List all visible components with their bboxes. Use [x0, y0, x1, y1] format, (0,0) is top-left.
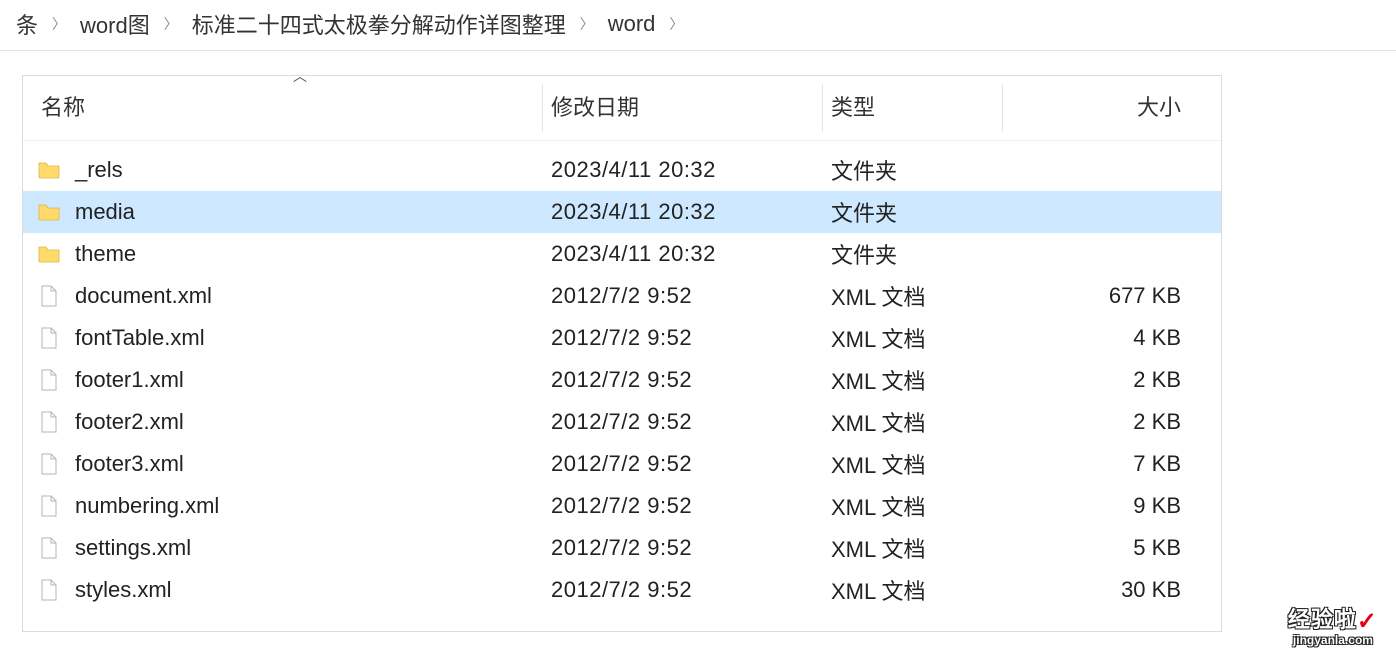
file-name: _rels	[75, 157, 123, 183]
cell-type: XML 文档	[823, 406, 1003, 438]
file-icon	[37, 578, 61, 602]
file-icon	[37, 326, 61, 350]
breadcrumb: 条 〉 word图 〉 标准二十四式太极拳分解动作详图整理 〉 word 〉	[0, 0, 1396, 51]
cell-name: document.xml	[23, 283, 543, 309]
file-list-panel: ︿ 名称 修改日期 类型 大小 _rels2023/4/11 20:32文件夹m…	[22, 75, 1222, 632]
cell-name: styles.xml	[23, 577, 543, 603]
cell-name: footer3.xml	[23, 451, 543, 477]
cell-type: XML 文档	[823, 364, 1003, 396]
file-name: footer1.xml	[75, 367, 184, 393]
table-row[interactable]: fontTable.xml 2012/7/2 9:52XML 文档4 KB	[23, 317, 1221, 359]
column-header-date[interactable]: 修改日期	[543, 90, 823, 122]
breadcrumb-item[interactable]: 标准二十四式太极拳分解动作详图整理	[186, 8, 572, 40]
chevron-right-icon: 〉	[661, 14, 691, 34]
file-name: document.xml	[75, 283, 212, 309]
column-headers: ︿ 名称 修改日期 类型 大小	[23, 76, 1221, 141]
cell-date: 2012/7/2 9:52	[543, 409, 823, 435]
cell-type: 文件夹	[823, 238, 1003, 270]
cell-date: 2012/7/2 9:52	[543, 283, 823, 309]
cell-date: 2012/7/2 9:52	[543, 367, 823, 393]
column-header-size[interactable]: 大小	[1003, 90, 1193, 122]
cell-size: 4 KB	[1003, 325, 1193, 351]
table-row[interactable]: settings.xml 2012/7/2 9:52XML 文档5 KB	[23, 527, 1221, 569]
table-row[interactable]: styles.xml 2012/7/2 9:52XML 文档30 KB	[23, 569, 1221, 611]
file-icon	[37, 452, 61, 476]
cell-date: 2012/7/2 9:52	[543, 535, 823, 561]
chevron-right-icon: 〉	[572, 14, 602, 34]
cell-type: 文件夹	[823, 154, 1003, 186]
cell-type: XML 文档	[823, 280, 1003, 312]
chevron-right-icon: 〉	[156, 14, 186, 34]
file-name: footer2.xml	[75, 409, 184, 435]
table-row[interactable]: media 2023/4/11 20:32文件夹	[23, 191, 1221, 233]
column-header-name[interactable]: 名称	[23, 90, 543, 122]
cell-name: footer2.xml	[23, 409, 543, 435]
cell-name: settings.xml	[23, 535, 543, 561]
file-name: fontTable.xml	[75, 325, 205, 351]
watermark: 经验啦✓ jingyanla.com	[1288, 609, 1378, 646]
breadcrumb-item[interactable]: word图	[74, 8, 156, 40]
table-row[interactable]: _rels 2023/4/11 20:32文件夹	[23, 149, 1221, 191]
cell-size: 677 KB	[1003, 283, 1193, 309]
cell-date: 2012/7/2 9:52	[543, 577, 823, 603]
file-rows: _rels2023/4/11 20:32文件夹media2023/4/11 20…	[23, 141, 1221, 631]
cell-date: 2012/7/2 9:52	[543, 451, 823, 477]
cell-date: 2023/4/11 20:32	[543, 157, 823, 183]
cell-size: 7 KB	[1003, 451, 1193, 477]
file-icon	[37, 494, 61, 518]
file-icon	[37, 410, 61, 434]
cell-type: XML 文档	[823, 448, 1003, 480]
cell-name: media	[23, 199, 543, 225]
cell-name: numbering.xml	[23, 493, 543, 519]
file-icon	[37, 284, 61, 308]
folder-icon	[37, 158, 61, 182]
cell-type: XML 文档	[823, 532, 1003, 564]
cell-date: 2012/7/2 9:52	[543, 325, 823, 351]
file-name: theme	[75, 241, 136, 267]
breadcrumb-item[interactable]: 条	[10, 8, 44, 40]
file-icon	[37, 368, 61, 392]
table-row[interactable]: footer2.xml 2012/7/2 9:52XML 文档2 KB	[23, 401, 1221, 443]
file-name: numbering.xml	[75, 493, 219, 519]
cell-date: 2023/4/11 20:32	[543, 241, 823, 267]
cell-date: 2012/7/2 9:52	[543, 493, 823, 519]
chevron-right-icon: 〉	[44, 14, 74, 34]
cell-name: fontTable.xml	[23, 325, 543, 351]
watermark-title: 经验啦	[1288, 607, 1357, 632]
cell-size: 9 KB	[1003, 493, 1193, 519]
cell-name: _rels	[23, 157, 543, 183]
file-name: media	[75, 199, 135, 225]
cell-type: XML 文档	[823, 490, 1003, 522]
breadcrumb-item[interactable]: word	[602, 11, 662, 37]
file-name: settings.xml	[75, 535, 191, 561]
cell-size: 2 KB	[1003, 367, 1193, 393]
watermark-url: jingyanla.com	[1288, 634, 1378, 646]
file-icon	[37, 536, 61, 560]
cell-name: theme	[23, 241, 543, 267]
table-row[interactable]: document.xml 2012/7/2 9:52XML 文档677 KB	[23, 275, 1221, 317]
cell-size: 5 KB	[1003, 535, 1193, 561]
file-name: footer3.xml	[75, 451, 184, 477]
cell-size: 2 KB	[1003, 409, 1193, 435]
checkmark-icon: ✓	[1357, 610, 1378, 634]
cell-type: XML 文档	[823, 574, 1003, 606]
cell-name: footer1.xml	[23, 367, 543, 393]
cell-type: XML 文档	[823, 322, 1003, 354]
folder-icon	[37, 242, 61, 266]
table-row[interactable]: footer1.xml 2012/7/2 9:52XML 文档2 KB	[23, 359, 1221, 401]
cell-size: 30 KB	[1003, 577, 1193, 603]
table-row[interactable]: theme 2023/4/11 20:32文件夹	[23, 233, 1221, 275]
sort-ascending-icon: ︿	[293, 66, 307, 86]
cell-date: 2023/4/11 20:32	[543, 199, 823, 225]
table-row[interactable]: footer3.xml 2012/7/2 9:52XML 文档7 KB	[23, 443, 1221, 485]
cell-type: 文件夹	[823, 196, 1003, 228]
table-row[interactable]: numbering.xml 2012/7/2 9:52XML 文档9 KB	[23, 485, 1221, 527]
column-header-type[interactable]: 类型	[823, 90, 1003, 122]
file-name: styles.xml	[75, 577, 172, 603]
folder-icon	[37, 200, 61, 224]
